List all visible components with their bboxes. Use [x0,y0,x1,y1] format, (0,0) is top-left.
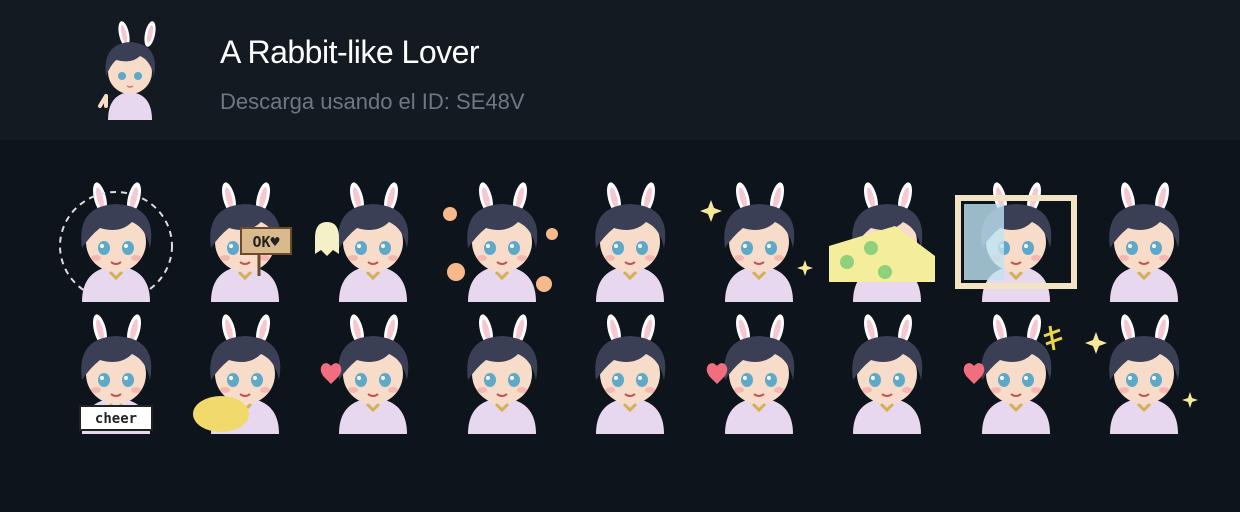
sticker-image [963,314,1063,434]
sticker-sleep-blanket[interactable] [825,176,949,302]
sticker-cheer[interactable]: cheer [54,308,178,434]
sticker-image [467,314,538,434]
sticker-wink-kiss[interactable] [311,308,435,434]
sticker-image [595,314,666,434]
sticker-image [955,182,1077,302]
sticker-shy-smile[interactable] [568,308,692,434]
sticker-flowers[interactable] [440,176,564,302]
sticker-pillow-hug[interactable] [183,308,307,434]
sticker-image [59,182,173,302]
cheer-sign-caption: cheer [95,411,137,427]
pack-cover-image [94,20,166,120]
sticker-sparkle[interactable] [697,176,821,302]
sticker-image: OK♥ [210,182,292,302]
ok-sign-caption: OK♥ [252,233,279,251]
sticker-pout-sad[interactable] [825,308,949,434]
sticker-image [595,182,666,302]
sticker-row: cheer [54,308,1214,434]
sticker-row: OK♥ [54,176,1214,302]
sticker-image [852,314,923,434]
sticker-image [315,182,409,302]
sticker-finger-heart[interactable] [954,308,1078,434]
sticker-image [829,182,935,302]
sticker-image [1085,314,1198,434]
sticker-ok-sign[interactable]: OK♥ [183,176,307,302]
sticker-peace[interactable] [568,176,692,302]
sticker-window[interactable] [954,176,1078,302]
sticker-image [700,182,813,302]
sticker-image [443,182,558,302]
sticker-giggle[interactable] [697,308,821,434]
sticker-sparkle-smile[interactable] [1082,308,1206,434]
sticker-startled[interactable] [54,176,178,302]
sticker-image: cheer [79,314,153,434]
sticker-thumbs-up[interactable] [1082,176,1206,302]
sticker-image [193,314,281,434]
sticker-blow-kiss[interactable] [440,308,564,434]
sticker-image [1109,182,1180,302]
sticker-ghost-coffee[interactable] [311,176,435,302]
sticker-image [320,314,409,434]
pack-header: A Rabbit-like Lover Descarga usando el I… [0,0,1240,140]
pack-title: A Rabbit-like Lover [220,34,480,70]
sticker-image [706,314,795,434]
pack-download-id: Descarga usando el ID: SE48V [220,89,525,114]
